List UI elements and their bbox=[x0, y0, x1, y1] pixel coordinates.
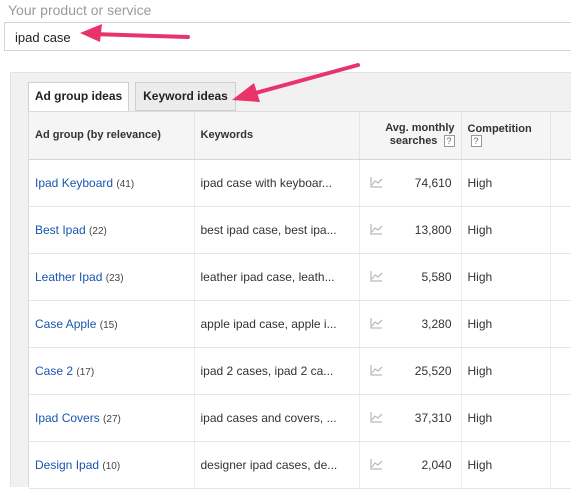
table-row: Ipad Covers (27) ipad cases and covers, .… bbox=[29, 394, 571, 442]
trend-chart-icon[interactable] bbox=[370, 270, 383, 282]
keyword-count: (15) bbox=[99, 319, 118, 331]
product-service-label: Your product or service bbox=[8, 2, 152, 18]
ad-group-table-container: Ad group (by relevance) Keywords Avg. mo… bbox=[28, 111, 571, 489]
ad-group-cell: Case 2 (17) bbox=[29, 347, 195, 395]
ad-group-link[interactable]: Leather Ipad bbox=[35, 270, 102, 284]
searches-cell: 25,520 bbox=[359, 347, 462, 395]
ad-group-link[interactable]: Ipad Covers bbox=[35, 411, 100, 425]
searches-cell: 5,580 bbox=[359, 253, 462, 301]
tab-keyword-ideas[interactable]: Keyword ideas bbox=[135, 82, 236, 111]
header-keywords: Keywords bbox=[194, 112, 360, 160]
ad-group-link[interactable]: Best Ipad bbox=[35, 223, 86, 237]
row-extra bbox=[550, 347, 571, 395]
trend-chart-icon[interactable] bbox=[370, 458, 383, 470]
table-row: Case 2 (17) ipad 2 cases, ipad 2 ca... 25,… bbox=[29, 347, 571, 395]
row-extra bbox=[550, 206, 571, 254]
keywords-cell[interactable]: ipad case with keyboar... bbox=[194, 159, 360, 207]
header-ad-group[interactable]: Ad group (by relevance) bbox=[29, 112, 195, 160]
searches-cell: 74,610 bbox=[359, 159, 462, 207]
product-search-input[interactable] bbox=[15, 28, 315, 46]
product-search-box[interactable] bbox=[4, 22, 571, 51]
header-competition-label: Competition bbox=[467, 123, 532, 136]
searches-cell: 2,040 bbox=[359, 441, 462, 489]
keywords-cell[interactable]: apple ipad case, apple i... bbox=[194, 300, 360, 348]
ad-group-cell: Design Ipad (10) bbox=[29, 441, 195, 489]
searches-cell: 37,310 bbox=[359, 394, 462, 442]
header-searches-line1: Avg. monthly bbox=[385, 122, 455, 135]
keyword-count: (41) bbox=[116, 178, 135, 190]
ad-group-link[interactable]: Case Apple bbox=[35, 317, 96, 331]
ad-group-link[interactable]: Design Ipad bbox=[35, 458, 99, 472]
help-icon[interactable]: ? bbox=[443, 135, 455, 148]
table-row: Ipad Keyboard (41) ipad case with keyboar… bbox=[29, 159, 571, 207]
row-extra bbox=[550, 441, 571, 489]
searches-cell: 13,800 bbox=[359, 206, 462, 254]
ad-group-cell: Best Ipad (22) bbox=[29, 206, 195, 254]
keyword-count: (23) bbox=[105, 272, 124, 284]
table-header-row: Ad group (by relevance) Keywords Avg. mo… bbox=[29, 112, 571, 160]
competition-value: High bbox=[461, 441, 551, 489]
keywords-cell[interactable]: best ipad case, best ipa... bbox=[194, 206, 360, 254]
ad-group-cell: Ipad Covers (27) bbox=[29, 394, 195, 442]
row-extra bbox=[550, 159, 571, 207]
keywords-cell[interactable]: leather ipad case, leath... bbox=[194, 253, 360, 301]
keywords-cell[interactable]: ipad cases and covers, ... bbox=[194, 394, 360, 442]
row-extra bbox=[550, 300, 571, 348]
competition-value: High bbox=[461, 206, 551, 254]
header-searches-line2: searches bbox=[389, 135, 438, 148]
competition-value: High bbox=[461, 347, 551, 395]
header-extra bbox=[550, 112, 571, 160]
ad-group-cell: Case Apple (15) bbox=[29, 300, 195, 348]
searches-cell: 3,280 bbox=[359, 300, 462, 348]
table-row: Case Apple (15) apple ipad case, apple i.… bbox=[29, 300, 571, 348]
competition-value: High bbox=[461, 394, 551, 442]
trend-chart-icon[interactable] bbox=[370, 317, 383, 329]
ad-group-cell: Ipad Keyboard (41) bbox=[29, 159, 195, 207]
trend-chart-icon[interactable] bbox=[370, 411, 383, 423]
ad-group-cell: Leather Ipad (23) bbox=[29, 253, 195, 301]
trend-chart-icon[interactable] bbox=[370, 364, 383, 376]
table-row: Leather Ipad (23) leather ipad case, leat… bbox=[29, 253, 571, 301]
competition-value: High bbox=[461, 300, 551, 348]
header-competition[interactable]: Competition ? bbox=[461, 112, 551, 160]
keywords-cell[interactable]: designer ipad cases, de... bbox=[194, 441, 360, 489]
header-avg-monthly-searches[interactable]: Avg. monthly searches ? bbox=[359, 112, 462, 160]
keyword-count: (22) bbox=[89, 225, 107, 237]
keyword-count: (17) bbox=[76, 366, 95, 378]
help-icon[interactable]: ? bbox=[470, 135, 482, 148]
competition-value: High bbox=[461, 159, 551, 207]
competition-value: High bbox=[461, 253, 551, 301]
ad-group-table: Ad group (by relevance) Keywords Avg. mo… bbox=[29, 112, 571, 489]
keyword-count: (27) bbox=[103, 413, 121, 425]
trend-chart-icon[interactable] bbox=[370, 176, 383, 188]
trend-chart-icon[interactable] bbox=[370, 223, 383, 235]
ad-group-link[interactable]: Ipad Keyboard bbox=[35, 176, 113, 190]
row-extra bbox=[550, 394, 571, 442]
row-extra bbox=[550, 253, 571, 301]
tab-ad-group-ideas[interactable]: Ad group ideas bbox=[28, 82, 129, 112]
keyword-count: (10) bbox=[102, 460, 121, 472]
keywords-cell[interactable]: ipad 2 cases, ipad 2 ca... bbox=[194, 347, 360, 395]
table-row: Best Ipad (22) best ipad case, best ipa..… bbox=[29, 206, 571, 254]
table-row: Design Ipad (10) designer ipad cases, de.… bbox=[29, 441, 571, 489]
ad-group-link[interactable]: Case 2 bbox=[35, 364, 73, 378]
